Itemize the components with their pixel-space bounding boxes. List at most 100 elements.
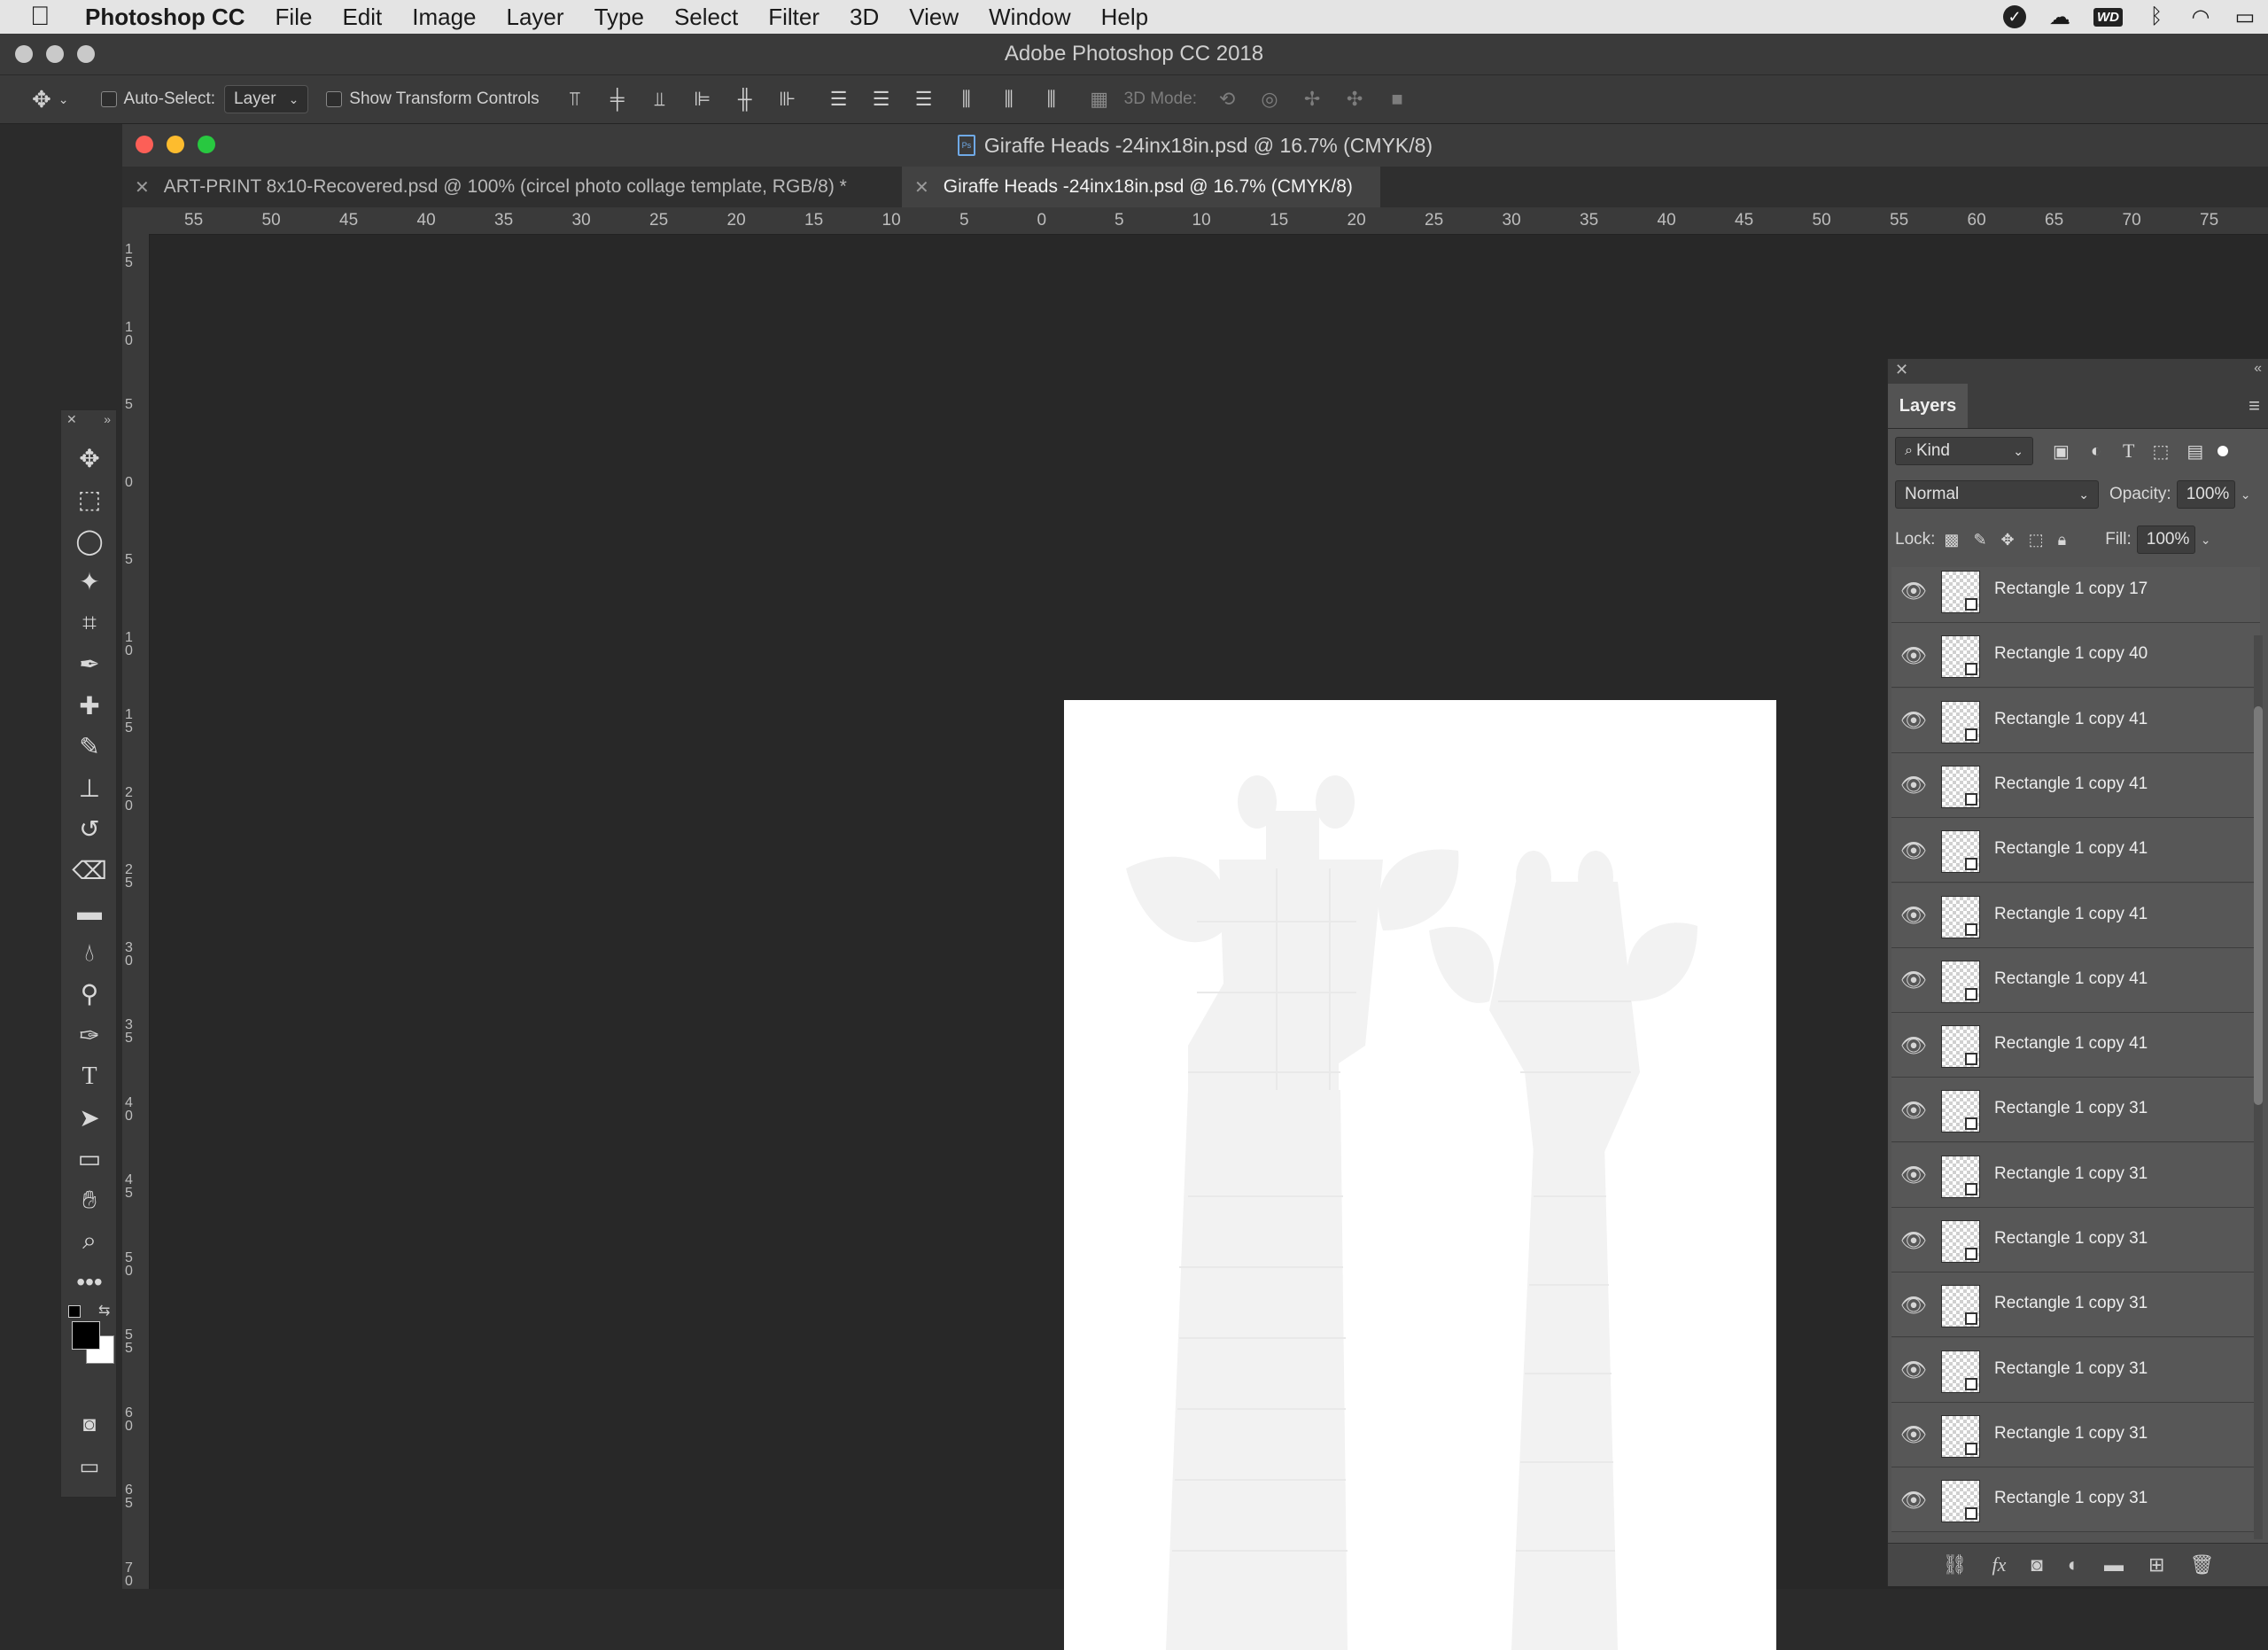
gradient-tool-icon[interactable]: ▬ [61,894,118,930]
app-close-button[interactable] [15,45,33,63]
lock-all-icon[interactable]: 🔒︎ [2058,531,2067,549]
menu-window[interactable]: Window [989,4,1070,31]
tab-layers[interactable]: Layers [1888,384,1968,428]
apple-icon[interactable]:  [30,2,57,32]
doc-minimize-button[interactable] [167,136,184,153]
default-colors-icon[interactable] [68,1305,81,1318]
brush-tool-icon[interactable]: ✎ [61,729,118,765]
distribute-bottom-icon[interactable]: ☰ [912,86,936,113]
align-vcenter-icon[interactable]: ╪ [605,86,630,113]
align-hcenter-icon[interactable]: ╫ [733,86,757,113]
filter-toggle[interactable] [2218,446,2229,456]
layer-row[interactable]: 👁︎ Rectangle 1 copy 31 [1891,1078,2260,1143]
trash-icon[interactable]: 🗑︎ [2189,1553,2214,1576]
blend-mode-select[interactable]: Normal ⌄ [1895,480,2099,509]
marquee-tool-icon[interactable]: ⬚ [61,482,118,518]
chevron-down-icon[interactable]: ⌄ [58,92,69,107]
clone-stamp-tool-icon[interactable]: ⊥ [61,770,118,806]
layer-name[interactable]: Rectangle 1 copy 17 [1994,580,2148,599]
distribute-vcenter-icon[interactable]: ☰ [869,86,894,113]
battery-icon[interactable]: ▭ [2234,4,2256,30]
eye-icon[interactable]: 👁︎ [1900,837,1927,864]
layer-row[interactable]: 👁︎ Rectangle 1 copy 31 [1891,1402,2260,1467]
layer-name[interactable]: Rectangle 1 copy 31 [1994,1229,2148,1249]
menu-edit[interactable]: Edit [342,4,382,31]
menu-image[interactable]: Image [412,4,476,31]
align-bottom-icon[interactable]: ⫫ [648,86,672,113]
dodge-tool-icon[interactable]: ⚲ [61,977,118,1012]
eye-icon[interactable]: 👁︎ [1900,708,1927,735]
filter-shape-icon[interactable]: ⬚ [2152,440,2169,463]
3d-orbit-icon[interactable]: ⟲ [1215,86,1239,113]
checkmark-icon[interactable]: ✓ [2003,5,2026,28]
horizontal-ruler[interactable]: 55 50 45 40 35 30 25 20 15 10 5 0 5 10 15 20 25 30 35 40 45 5… [149,207,2268,235]
close-icon[interactable]: ✕ [1895,361,1908,379]
layer-row[interactable]: 👁︎ Rectangle 1 copy 41 [1891,883,2260,948]
auto-select-dropdown[interactable]: Layer ⌄ [224,85,309,113]
foreground-color-swatch[interactable] [72,1321,100,1350]
chevron-down-icon[interactable]: ⌄ [2201,533,2211,548]
menu-3d[interactable]: 3D [850,4,879,31]
tab-art-print[interactable]: ✕ ART-PRINT 8x10-Recovered.psd @ 100% (c… [122,167,902,207]
layer-row[interactable]: 👁︎ Rectangle 1 copy 41 [1891,752,2260,818]
layer-row[interactable]: 👁︎ Rectangle 1 copy 41 [1891,818,2260,883]
link-layers-icon[interactable]: ⛓ [1943,1553,1968,1576]
zoom-tool-icon[interactable]: ⌕ [61,1224,118,1259]
menu-filter[interactable]: Filter [768,4,819,31]
quick-mask-icon[interactable]: ◙ [61,1407,118,1443]
layer-row[interactable]: 👁︎ Rectangle 1 copy 41 [1891,688,2260,753]
layer-name[interactable]: Rectangle 1 copy 41 [1994,969,2148,989]
align-top-icon[interactable]: ⫪ [563,86,587,113]
distribute-hcenter-icon[interactable]: ⫼ [997,86,1021,113]
lock-position-icon[interactable]: ✥ [2001,531,2015,549]
layer-name[interactable]: Rectangle 1 copy 31 [1994,1424,2148,1444]
creative-cloud-icon[interactable]: ☁ [2049,4,2070,30]
layer-name[interactable]: Rectangle 1 copy 41 [1994,1034,2148,1054]
tab-giraffe-heads[interactable]: ✕ Giraffe Heads -24inx18in.psd @ 16.7% (… [902,167,1380,207]
auto-select-checkbox[interactable] [100,91,117,107]
menu-file[interactable]: File [276,4,313,31]
healing-brush-tool-icon[interactable]: ✚ [61,688,118,723]
layer-name[interactable]: Rectangle 1 copy 41 [1994,774,2148,794]
doc-close-button[interactable] [136,136,153,153]
move-tool-icon[interactable]: ✥ [61,440,118,476]
history-brush-tool-icon[interactable]: ↺ [61,812,118,847]
layer-row[interactable]: 👁︎ Rectangle 1 copy 31 [1891,1142,2260,1208]
layer-row[interactable]: 👁︎ Rectangle 1 copy 31 [1891,1467,2260,1533]
3d-slide-icon[interactable]: ✣ [1342,86,1367,113]
transform-controls-checkbox[interactable] [326,91,343,107]
panel-menu-icon[interactable]: ≡ [2249,394,2260,417]
3d-roll-icon[interactable]: ◎ [1257,86,1282,113]
new-layer-icon[interactable]: ⊞ [2148,1553,2164,1576]
lock-artboard-icon[interactable]: ⬚ [2029,531,2044,549]
lock-image-icon[interactable]: ✎ [1973,531,1986,549]
eye-icon[interactable]: 👁︎ [1900,1292,1927,1319]
more-tools-icon[interactable]: ••• [61,1265,118,1300]
menu-help[interactable]: Help [1101,4,1148,31]
color-swatches[interactable]: ⇆ [68,1304,114,1364]
opacity-input[interactable]: 100% [2176,480,2235,509]
eraser-tool-icon[interactable]: ⌫ [61,852,118,888]
add-mask-icon[interactable]: ◙ [2031,1553,2042,1576]
path-selection-tool-icon[interactable]: ➤ [61,1100,118,1135]
layer-name[interactable]: Rectangle 1 copy 31 [1994,1099,2148,1118]
menu-select[interactable]: Select [674,4,738,31]
move-tool-preset-icon[interactable]: ✥ [32,86,51,113]
ruler-origin[interactable] [122,207,149,234]
layer-row[interactable]: 👁︎ Rectangle 1 copy 31 [1891,1273,2260,1338]
scrollbar-thumb[interactable] [2254,706,2263,1105]
hand-tool-icon[interactable]: ✋︎ [61,1182,118,1218]
lock-transparent-icon[interactable]: ▩ [1944,531,1959,549]
type-tool-icon[interactable]: T [61,1059,118,1094]
close-icon[interactable]: ✕ [135,176,150,198]
menu-app-name[interactable]: Photoshop CC [85,4,245,31]
auto-align-icon[interactable]: ▦ [1087,86,1112,113]
magic-wand-tool-icon[interactable]: ✦ [61,564,118,600]
wifi-icon[interactable]: ◠ [2190,4,2211,30]
filter-kind-select[interactable]: ⌕ Kind ⌄ [1895,437,2033,465]
menu-view[interactable]: View [909,4,959,31]
rectangle-tool-icon[interactable]: ▭ [61,1141,118,1177]
layer-row[interactable]: 👁︎ Rectangle 1 copy 41 [1891,1013,2260,1078]
layer-style-icon[interactable]: fx [1992,1553,2007,1576]
layer-name[interactable]: Rectangle 1 copy 31 [1994,1164,2148,1184]
